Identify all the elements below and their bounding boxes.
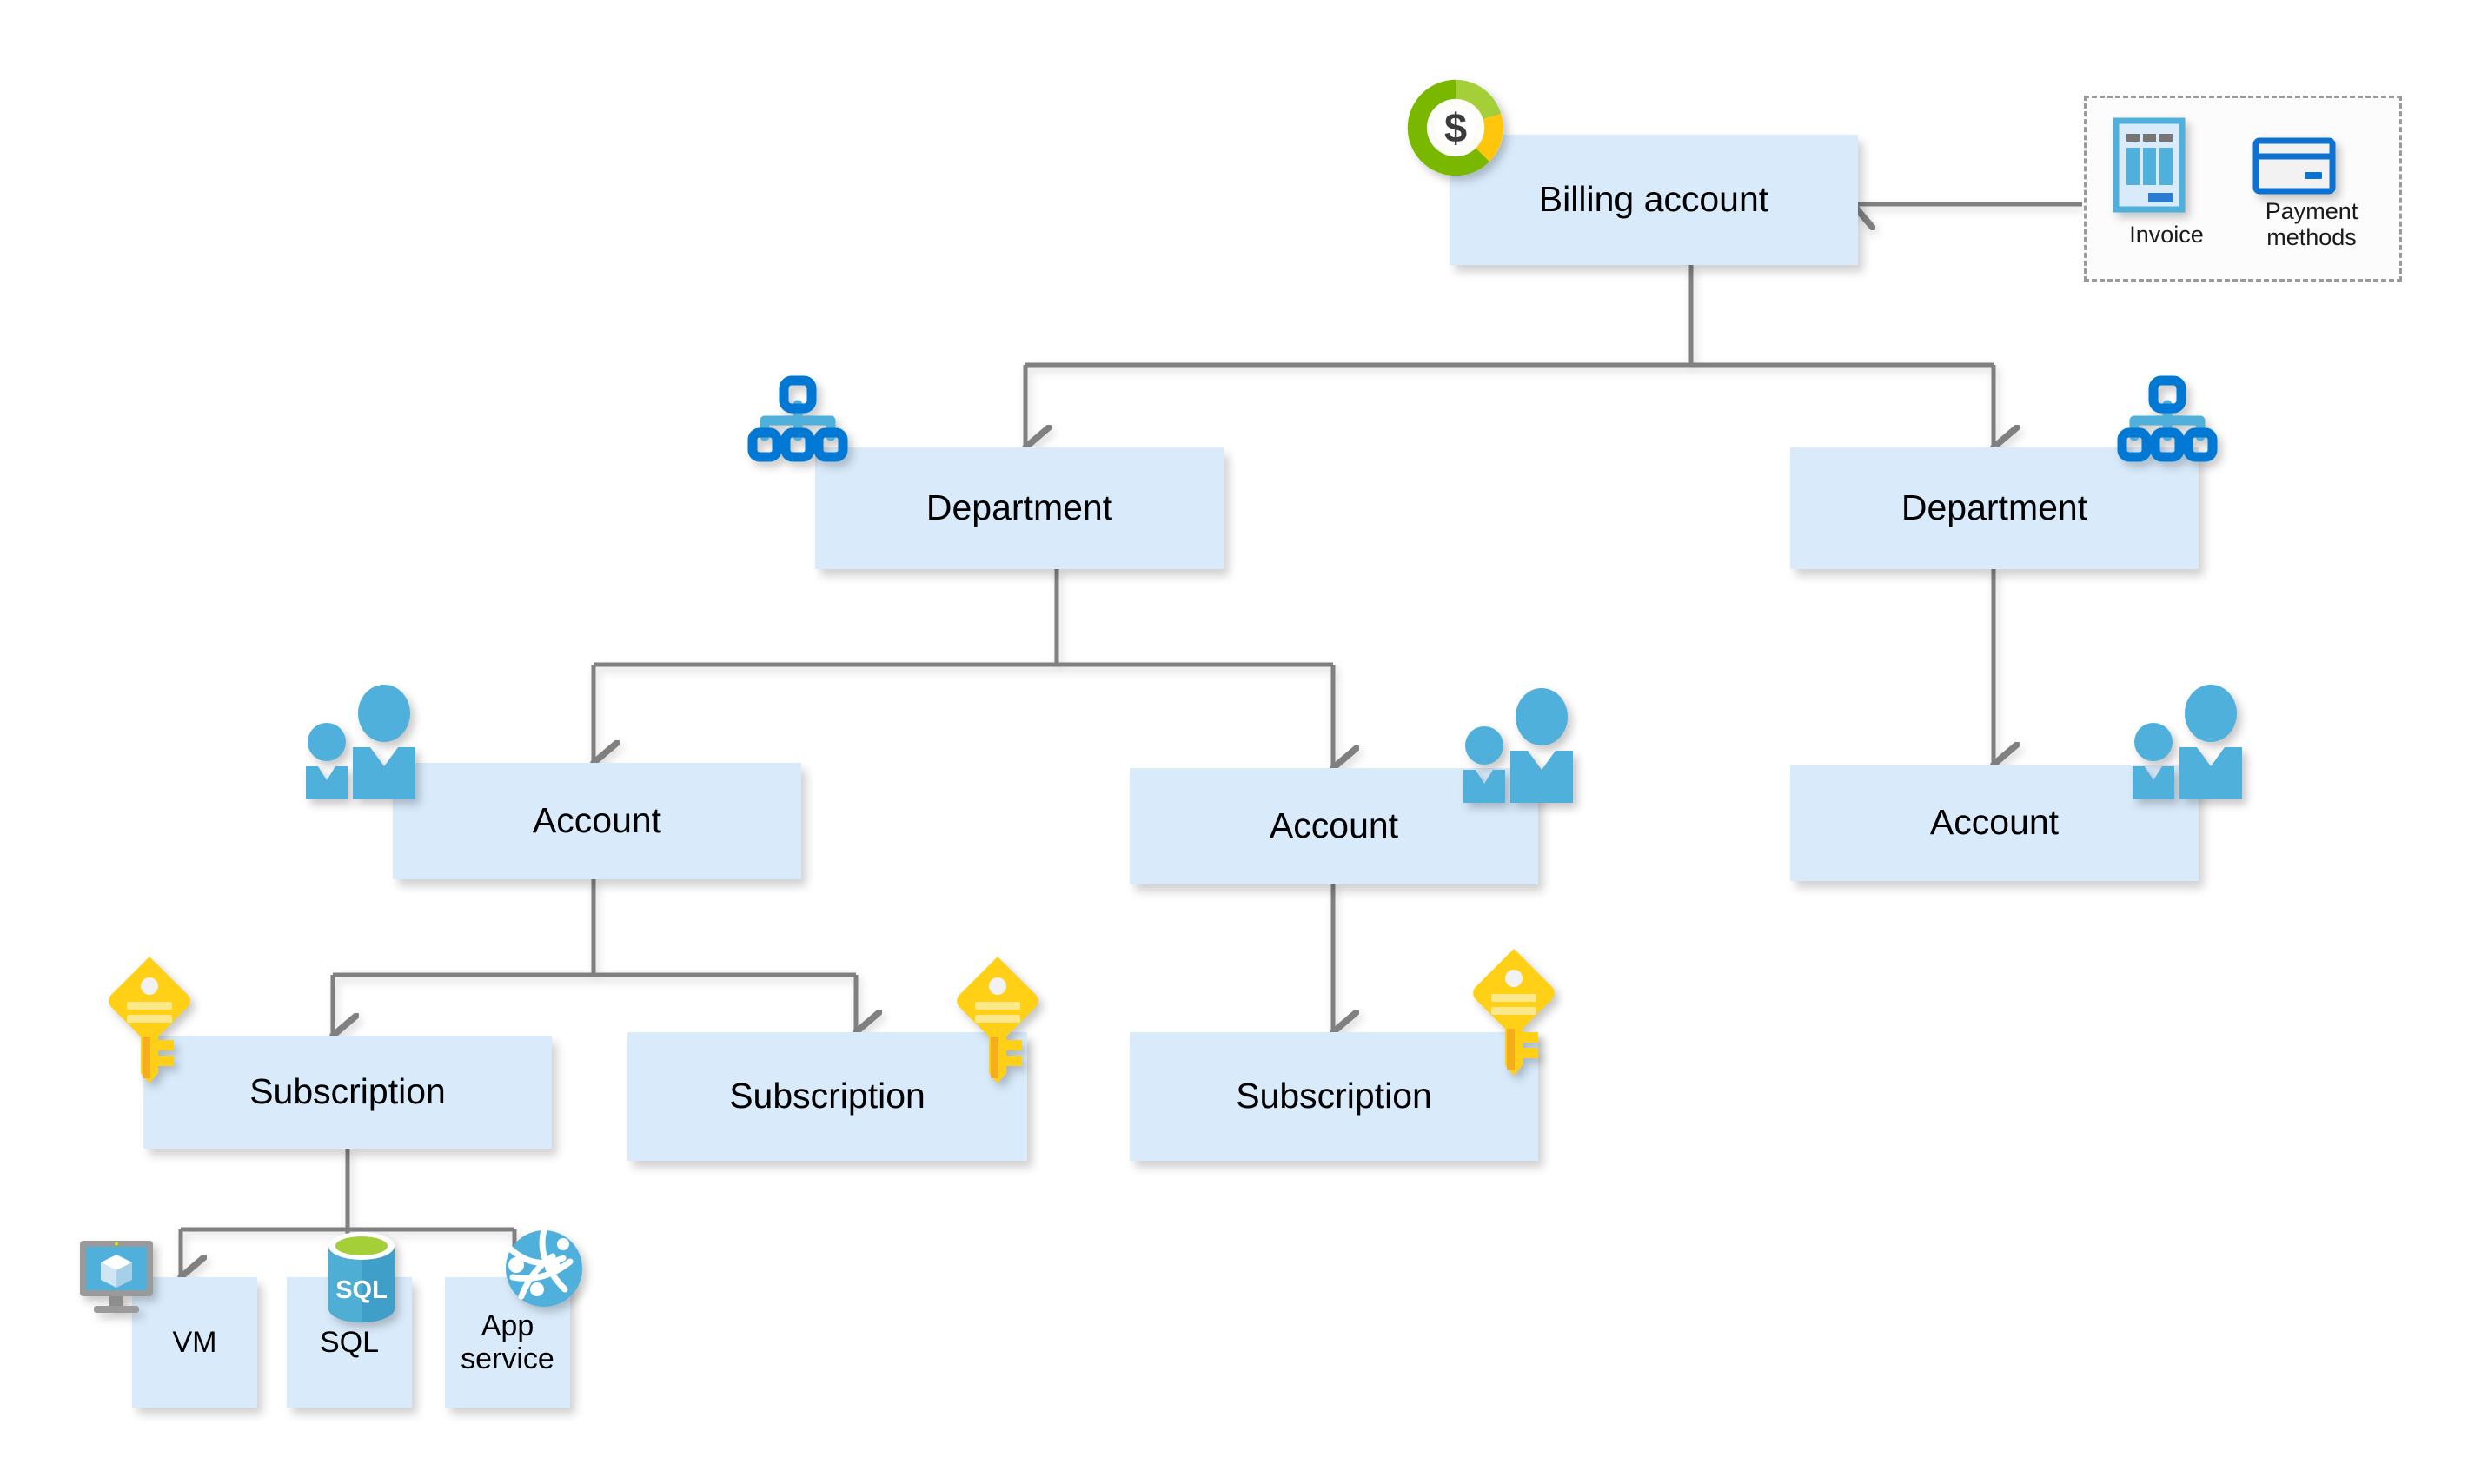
node-department-right[interactable]: Department <box>1790 447 2199 569</box>
resource-sql-label: SQL <box>319 1325 380 1359</box>
department-left-label: Department <box>926 487 1113 528</box>
resource-app-service-label-line1: App <box>481 1308 534 1342</box>
node-resource-sql[interactable]: SQL <box>287 1277 412 1408</box>
account-right-label: Account <box>1929 802 2060 843</box>
billing-account-label: Billing account <box>1538 179 1769 220</box>
resource-vm-label: VM <box>172 1325 217 1359</box>
node-resource-app-service[interactable]: App service <box>445 1277 570 1408</box>
node-subscription-2[interactable]: Subscription <box>627 1032 1027 1161</box>
diagram-canvas: Billing account Department Department Ac… <box>0 0 2468 1484</box>
node-account-right[interactable]: Account <box>1790 765 2199 881</box>
node-subscription-1[interactable]: Subscription <box>143 1036 552 1149</box>
invoice-label: Invoice <box>2129 222 2204 248</box>
payment-methods-label-line2: methods <box>2266 224 2357 251</box>
node-resource-vm[interactable]: VM <box>132 1277 257 1408</box>
node-subscription-3[interactable]: Subscription <box>1130 1032 1538 1161</box>
subscription-3-label: Subscription <box>1236 1076 1432 1116</box>
account-middle-label: Account <box>1269 805 1399 846</box>
node-department-left[interactable]: Department <box>815 447 1224 569</box>
resource-app-service-label-line2: service <box>461 1342 554 1375</box>
subscription-1-label: Subscription <box>249 1071 446 1112</box>
node-account-left[interactable]: Account <box>393 763 801 879</box>
payment-methods-label: Payment methods <box>2242 198 2381 250</box>
node-billing-account[interactable]: Billing account <box>1450 135 1858 265</box>
node-account-middle[interactable]: Account <box>1130 768 1538 884</box>
department-right-label: Department <box>1901 487 2088 528</box>
subscription-2-label: Subscription <box>729 1076 926 1116</box>
account-left-label: Account <box>532 800 662 841</box>
billing-group-container <box>2084 96 2402 282</box>
payment-methods-label-line1: Payment <box>2265 198 2359 224</box>
